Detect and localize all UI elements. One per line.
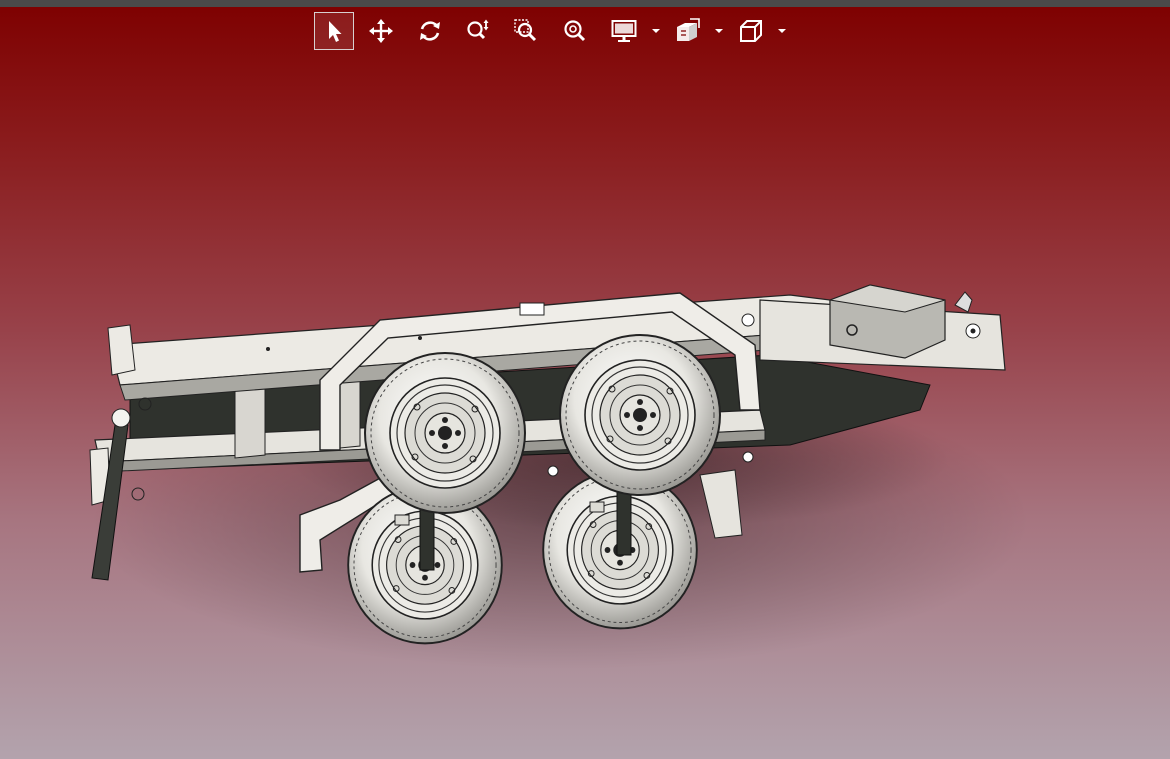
trailer-model[interactable] bbox=[0, 7, 1170, 759]
graphics-viewport[interactable] bbox=[0, 7, 1170, 759]
window-top-strip bbox=[0, 0, 1170, 7]
